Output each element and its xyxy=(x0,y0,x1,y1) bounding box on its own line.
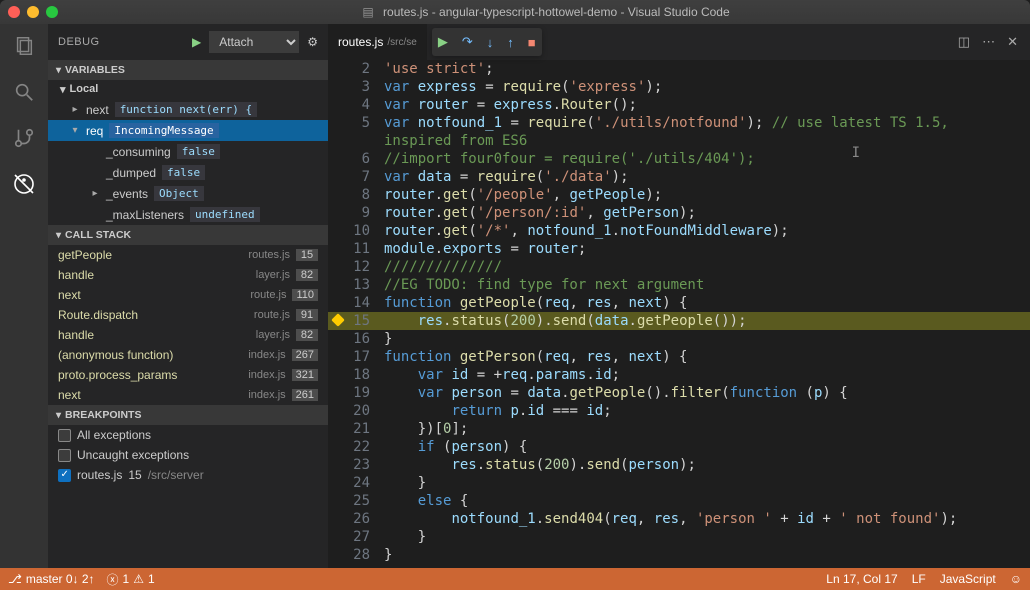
stack-frame[interactable]: getPeopleroutes.js15 xyxy=(48,245,328,265)
file-icon: ▤ xyxy=(362,5,373,19)
explorer-icon[interactable] xyxy=(10,32,38,60)
window-title-text: routes.js - angular-typescript-hottowel-… xyxy=(383,5,730,19)
step-over-icon[interactable]: ↷ xyxy=(462,34,473,50)
code-line[interactable]: inspired from ES6 xyxy=(328,132,1030,150)
code-line[interactable]: 28} xyxy=(328,546,1030,564)
code-line[interactable]: 8router.get('/people', getPeople); xyxy=(328,186,1030,204)
bp-line-badge: 15 xyxy=(128,468,141,482)
code-line[interactable]: 12////////////// xyxy=(328,258,1030,276)
code-line[interactable]: 15 res.status(200).send(data.getPeople()… xyxy=(328,312,1030,330)
window-controls xyxy=(8,6,58,18)
warning-icon: ⚠ xyxy=(133,572,144,586)
branch-icon: ⎇ xyxy=(8,572,22,586)
variable-row[interactable]: _maxListeners undefined xyxy=(48,204,328,225)
code-line[interactable]: 22 if (person) { xyxy=(328,438,1030,456)
code-line[interactable]: 17function getPerson(req, res, next) { xyxy=(328,348,1030,366)
bp-uncaught-exceptions[interactable]: Uncaught exceptions xyxy=(48,445,328,465)
code-line[interactable]: 19 var person = data.getPeople().filter(… xyxy=(328,384,1030,402)
text-cursor-icon: I xyxy=(852,144,860,162)
variable-row[interactable]: _dumped false xyxy=(48,162,328,183)
variable-row[interactable]: ▾req IncomingMessage xyxy=(48,120,328,141)
close-window[interactable] xyxy=(8,6,20,18)
more-icon[interactable]: ⋯ xyxy=(982,34,995,50)
debug-header: DEBUG ▶ Attach ⚙ xyxy=(48,24,328,60)
feedback-icon[interactable]: ☺ xyxy=(1010,572,1022,586)
code-line[interactable]: 25 else { xyxy=(328,492,1030,510)
minimize-window[interactable] xyxy=(27,6,39,18)
variable-row[interactable]: ▸_events Object xyxy=(48,183,328,204)
breakpoints-header[interactable]: BREAKPOINTS xyxy=(48,405,328,425)
git-icon[interactable] xyxy=(10,124,38,152)
variable-row[interactable]: ▸next function next(err) { xyxy=(48,99,328,120)
checkbox-icon[interactable] xyxy=(58,429,71,442)
debug-label: DEBUG xyxy=(58,36,100,48)
code-line[interactable]: 27 } xyxy=(328,528,1030,546)
activity-bar xyxy=(0,24,48,568)
step-out-icon[interactable]: ↑ xyxy=(507,35,514,50)
window-title: ▤ routes.js - angular-typescript-hottowe… xyxy=(70,5,1022,19)
stack-frame[interactable]: handlelayer.js82 xyxy=(48,265,328,285)
maximize-window[interactable] xyxy=(46,6,58,18)
local-scope[interactable]: ▾ Local xyxy=(48,80,328,99)
code-line[interactable]: 13//EG TODO: find type for next argument xyxy=(328,276,1030,294)
checkbox-icon[interactable] xyxy=(58,449,71,462)
code-line[interactable]: 14function getPeople(req, res, next) { xyxy=(328,294,1030,312)
code-line[interactable]: 9router.get('/person/:id', getPerson); xyxy=(328,204,1030,222)
stack-frame[interactable]: Route.dispatchroute.js91 xyxy=(48,305,328,325)
titlebar: ▤ routes.js - angular-typescript-hottowe… xyxy=(0,0,1030,24)
code-line[interactable]: 6//import four0four = require('./utils/4… xyxy=(328,150,1030,168)
callstack-header[interactable]: CALL STACK xyxy=(48,225,328,245)
code-line[interactable]: 4var router = express.Router(); xyxy=(328,96,1030,114)
eol[interactable]: LF xyxy=(912,572,926,586)
start-debug-icon[interactable]: ▶ xyxy=(192,35,201,49)
code-line[interactable]: 16} xyxy=(328,330,1030,348)
code-line[interactable]: 2'use strict'; xyxy=(328,60,1030,78)
code-line[interactable]: 26 notfound_1.send404(req, res, 'person … xyxy=(328,510,1030,528)
bp-file[interactable]: routes.js 15 /src/server xyxy=(48,465,328,485)
debug-icon[interactable] xyxy=(10,170,38,198)
search-icon[interactable] xyxy=(10,78,38,106)
problems[interactable]: ⓧ1 ⚠1 xyxy=(107,571,155,588)
step-into-icon[interactable]: ↓ xyxy=(487,35,494,50)
close-editor-icon[interactable]: ✕ xyxy=(1007,34,1018,50)
stack-frame[interactable]: proto.process_paramsindex.js321 xyxy=(48,365,328,385)
checkbox-icon[interactable] xyxy=(58,469,71,482)
bp-all-exceptions[interactable]: All exceptions xyxy=(48,425,328,445)
tab-path: /src/se xyxy=(387,37,416,48)
continue-icon[interactable]: ▶ xyxy=(438,34,448,50)
code-line[interactable]: 10router.get('/*', notfound_1.notFoundMi… xyxy=(328,222,1030,240)
status-bar: ⎇ master 0↓ 2↑ ⓧ1 ⚠1 Ln 17, Col 17 LF Ja… xyxy=(0,568,1030,590)
error-icon: ⓧ xyxy=(107,571,119,588)
stack-frame[interactable]: handlelayer.js82 xyxy=(48,325,328,345)
git-branch[interactable]: ⎇ master 0↓ 2↑ xyxy=(8,572,95,586)
tab-filename: routes.js xyxy=(338,35,383,49)
code-line[interactable]: 21 })[0]; xyxy=(328,420,1030,438)
variables-header[interactable]: VARIABLES xyxy=(48,60,328,80)
gear-icon[interactable]: ⚙ xyxy=(307,35,318,49)
stop-icon[interactable]: ■ xyxy=(528,35,536,50)
debug-config-select[interactable]: Attach xyxy=(209,31,299,53)
cursor-position[interactable]: Ln 17, Col 17 xyxy=(826,572,897,586)
code-editor[interactable]: I 2'use strict';3var express = require('… xyxy=(328,60,1030,568)
code-line[interactable]: 7var data = require('./data'); xyxy=(328,168,1030,186)
code-line[interactable]: 18 var id = +req.params.id; xyxy=(328,366,1030,384)
stack-frame[interactable]: nextroute.js110 xyxy=(48,285,328,305)
stack-frame[interactable]: nextindex.js261 xyxy=(48,385,328,405)
split-editor-icon[interactable]: ◫ xyxy=(958,34,970,50)
code-line[interactable]: 24 } xyxy=(328,474,1030,492)
code-line[interactable]: 3var express = require('express'); xyxy=(328,78,1030,96)
variable-row[interactable]: _consuming false xyxy=(48,141,328,162)
tab-routes[interactable]: routes.js /src/se xyxy=(328,24,428,60)
debug-sidebar: DEBUG ▶ Attach ⚙ VARIABLES ▾ Local ▸next… xyxy=(48,24,328,568)
debug-toolbar: ▶ ↷ ↓ ↑ ■ xyxy=(432,28,542,56)
tab-bar: routes.js /src/se ▶ ↷ ↓ ↑ ■ ◫ ⋯ ✕ xyxy=(328,24,1030,60)
code-line[interactable]: 23 res.status(200).send(person); xyxy=(328,456,1030,474)
code-line[interactable]: 5var notfound_1 = require('./utils/notfo… xyxy=(328,114,1030,132)
language-mode[interactable]: JavaScript xyxy=(940,572,996,586)
code-line[interactable]: 20 return p.id === id; xyxy=(328,402,1030,420)
stack-frame[interactable]: (anonymous function)index.js267 xyxy=(48,345,328,365)
code-line[interactable]: 11module.exports = router; xyxy=(328,240,1030,258)
editor-area: routes.js /src/se ▶ ↷ ↓ ↑ ■ ◫ ⋯ ✕ I 2'us… xyxy=(328,24,1030,568)
